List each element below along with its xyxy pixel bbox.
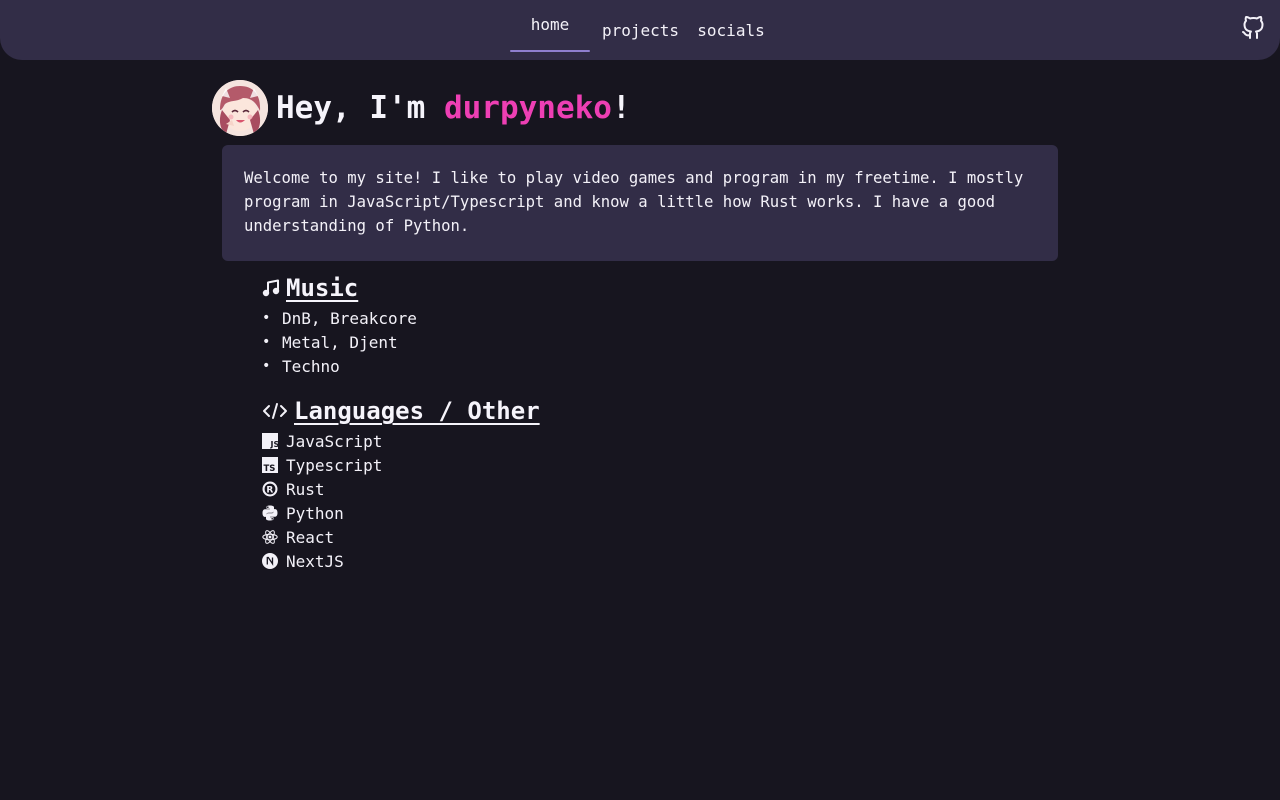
language-label: JavaScript (286, 431, 383, 451)
language-item: React (262, 525, 540, 549)
music-item-label: DnB, Breakcore (282, 308, 417, 328)
nav-projects-link[interactable]: projects (590, 0, 687, 52)
nav-links: home projects socials (510, 0, 775, 52)
typescript-icon: TS (262, 457, 278, 473)
languages-title: Languages / Other (294, 397, 540, 425)
rust-icon: R (262, 481, 278, 497)
svg-text:JS: JS (270, 440, 279, 449)
language-item: Python (262, 501, 540, 525)
music-note-icon (262, 279, 280, 297)
languages-heading: Languages / Other (262, 395, 540, 427)
react-icon (262, 530, 278, 544)
nextjs-icon (262, 553, 278, 569)
nav-home-link[interactable]: home (510, 0, 590, 52)
music-item: • Techno (262, 354, 417, 378)
intro-card: Welcome to my site! I like to play video… (222, 145, 1058, 261)
language-label: Rust (286, 479, 325, 499)
hero-name: durpyneko (443, 90, 612, 126)
language-label: Typescript (286, 455, 383, 475)
javascript-icon: JS (262, 433, 278, 449)
python-icon (262, 505, 278, 521)
bullet: • (262, 358, 271, 374)
bullet: • (262, 310, 271, 326)
music-section: Music • DnB, Breakcore • Metal, Djent • Tec… (262, 272, 417, 378)
language-item: R Rust (262, 477, 540, 501)
music-list: • DnB, Breakcore • Metal, Djent • Techno (262, 306, 417, 378)
github-icon[interactable] (1241, 16, 1265, 40)
intro-text: Welcome to my site! I like to play video… (244, 169, 1024, 235)
nav-socials-link[interactable]: socials (687, 0, 775, 52)
languages-section: Languages / Other JS JavaScript TS Types… (262, 395, 540, 573)
music-item-label: Techno (282, 356, 340, 376)
music-title: Music (286, 274, 359, 302)
music-item-label: Metal, Djent (282, 332, 398, 352)
top-navbar: home projects socials (0, 0, 1280, 60)
music-heading: Music (262, 272, 417, 304)
code-icon (263, 403, 287, 419)
music-item: • Metal, Djent (262, 330, 417, 354)
language-item: TS Typescript (262, 453, 540, 477)
avatar (212, 80, 268, 136)
bullet: • (262, 334, 271, 350)
language-item: JS JavaScript (262, 429, 540, 453)
svg-text:R: R (266, 486, 273, 496)
hero: Hey, I'm durpyneko! (212, 80, 631, 136)
language-label: React (286, 527, 335, 547)
music-item: • DnB, Breakcore (262, 306, 417, 330)
language-item: NextJS (262, 549, 540, 573)
svg-text:TS: TS (264, 464, 276, 473)
hero-greeting: Hey, I'm (276, 90, 444, 126)
language-label: Python (286, 503, 344, 523)
language-label: NextJS (286, 551, 344, 571)
hero-title: Hey, I'm durpyneko! (276, 90, 631, 126)
hero-exclamation: ! (611, 90, 631, 126)
languages-list: JS JavaScript TS Typescript R Rust Pytho… (262, 429, 540, 573)
